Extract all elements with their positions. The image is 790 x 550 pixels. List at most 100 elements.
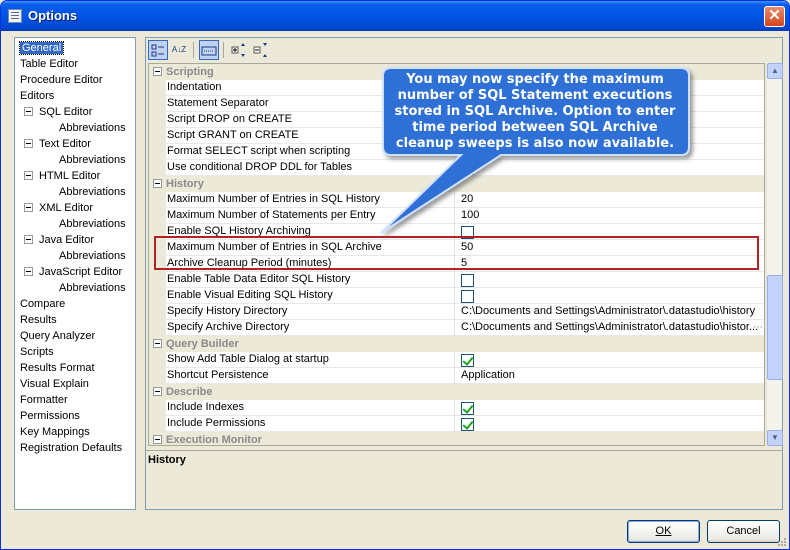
tree-item-java-editor[interactable]: Java Editor	[24, 232, 94, 248]
property-name: Use conditional DROP DDL for Tables	[166, 160, 455, 176]
tree-item-abbreviations[interactable]: Abbreviations	[59, 152, 126, 168]
tree-item-visual-explain[interactable]: Visual Explain	[20, 376, 89, 392]
tree-item-sql-editor[interactable]: SQL Editor	[24, 104, 93, 120]
property-row[interactable]: Show Add Table Dialog at startup	[149, 352, 764, 368]
alphabetical-sort-button[interactable]: A↓Z	[169, 40, 189, 60]
category-execution-monitor[interactable]: Execution Monitor	[149, 432, 764, 445]
ok-button-label: OK	[655, 525, 672, 537]
property-value[interactable]: 20	[458, 192, 764, 208]
collapse-all-button[interactable]	[251, 40, 271, 60]
collapse-icon[interactable]	[153, 179, 162, 188]
close-button[interactable]: ✕	[764, 6, 785, 27]
tree-item-compare[interactable]: Compare	[20, 296, 65, 312]
row-gutter	[149, 80, 166, 96]
property-name: Include Indexes	[166, 400, 455, 416]
expand-all-button[interactable]	[229, 40, 249, 60]
property-name: Enable Table Data Editor SQL History	[166, 272, 455, 288]
tree-item-results-format[interactable]: Results Format	[20, 360, 95, 376]
expand-all-icon	[231, 43, 245, 57]
category-label: Query Builder	[166, 338, 239, 350]
property-row[interactable]: Enable Visual Editing SQL History	[149, 288, 764, 304]
category-query-builder[interactable]: Query Builder	[149, 336, 764, 352]
tree-collapse-icon[interactable]	[24, 107, 33, 116]
property-row[interactable]: Use conditional DROP DDL for Tables	[149, 160, 764, 176]
property-row[interactable]: Include Indexes	[149, 400, 764, 416]
row-gutter	[149, 208, 166, 224]
tree-item-abbreviations[interactable]: Abbreviations	[59, 216, 126, 232]
tree-item-label: XML Editor	[39, 202, 94, 214]
tree-item-general[interactable]: General	[18, 40, 65, 56]
tree-item-abbreviations[interactable]: Abbreviations	[59, 248, 126, 264]
tree-item-abbreviations[interactable]: Abbreviations	[59, 184, 126, 200]
property-checkbox[interactable]	[461, 290, 474, 303]
scroll-down-button[interactable]: ▼	[767, 430, 783, 446]
property-row[interactable]: Shortcut Persistence Application	[149, 368, 764, 384]
scroll-up-button[interactable]: ▲	[767, 63, 783, 79]
tree-item-formatter[interactable]: Formatter	[20, 392, 68, 408]
scroll-thumb[interactable]	[767, 275, 783, 380]
property-name: Include Permissions	[166, 416, 455, 432]
collapse-icon[interactable]	[153, 339, 162, 348]
tree-item-xml-editor[interactable]: XML Editor	[24, 200, 94, 216]
property-checkbox[interactable]	[461, 274, 474, 287]
tree-collapse-icon[interactable]	[24, 203, 33, 212]
collapse-icon[interactable]	[153, 435, 162, 444]
tree-item-scripts[interactable]: Scripts	[20, 344, 54, 360]
tree-item-label: Scripts	[20, 346, 54, 358]
property-checkbox[interactable]	[461, 418, 474, 431]
row-gutter	[149, 416, 166, 432]
property-row[interactable]: Include Permissions	[149, 416, 764, 432]
tree-item-key-mappings[interactable]: Key Mappings	[20, 424, 90, 440]
property-row[interactable]: Maximum Number of Statements per Entry 10…	[149, 208, 764, 224]
title-bar[interactable]: Options ✕	[1, 1, 789, 31]
tree-item-javascript-editor[interactable]: JavaScript Editor	[24, 264, 123, 280]
tree-item-registration-defaults[interactable]: Registration Defaults	[20, 440, 122, 456]
window-title: Options	[28, 8, 78, 23]
tree-item-label: HTML Editor	[39, 170, 101, 182]
property-checkbox[interactable]	[461, 354, 474, 367]
tree-collapse-icon[interactable]	[24, 267, 33, 276]
browse-button[interactable]: ⋯	[752, 320, 764, 335]
tree-collapse-icon[interactable]	[24, 139, 33, 148]
collapse-icon[interactable]	[153, 67, 162, 76]
tree-item-abbreviations[interactable]: Abbreviations	[59, 280, 126, 296]
property-row[interactable]: Enable Table Data Editor SQL History	[149, 272, 764, 288]
tree-item-procedure-editor[interactable]: Procedure Editor	[20, 72, 103, 88]
tree-item-label: Abbreviations	[59, 154, 126, 166]
property-value[interactable]: C:\Documents and Settings\Administrator\…	[458, 320, 764, 336]
options-category-tree[interactable]: General Table Editor Procedure Editor Edito…	[14, 37, 136, 510]
tree-item-html-editor[interactable]: HTML Editor	[24, 168, 101, 184]
tree-collapse-icon[interactable]	[24, 171, 33, 180]
tree-item-query-analyzer[interactable]: Query Analyzer	[20, 328, 95, 344]
cancel-button[interactable]: Cancel	[707, 520, 780, 543]
tree-item-table-editor[interactable]: Table Editor	[20, 56, 78, 72]
tree-item-label: JavaScript Editor	[39, 266, 123, 278]
tree-item-permissions[interactable]: Permissions	[20, 408, 80, 424]
property-value[interactable]: 100	[458, 208, 764, 224]
tree-item-label: Text Editor	[39, 138, 91, 150]
property-value[interactable]: Application	[458, 368, 764, 384]
ok-button[interactable]: OK	[627, 520, 700, 543]
resize-grip-icon[interactable]	[777, 537, 787, 547]
collapse-icon[interactable]	[153, 387, 162, 396]
tree-item-editors[interactable]: Editors	[20, 88, 54, 104]
property-row[interactable]: Specify Archive Directory C:\Documents an…	[149, 320, 764, 336]
tree-item-label: SQL Editor	[39, 106, 93, 118]
tree-item-text-editor[interactable]: Text Editor	[24, 136, 91, 152]
property-value[interactable]: C:\Documents and Settings\Administrator\…	[458, 304, 764, 320]
description-toggle-button[interactable]	[199, 40, 219, 60]
property-checkbox[interactable]	[461, 402, 474, 415]
tree-collapse-icon[interactable]	[24, 235, 33, 244]
tree-item-label: Abbreviations	[59, 282, 126, 294]
property-row[interactable]: Specify History Directory C:\Documents an…	[149, 304, 764, 320]
category-describe[interactable]: Describe	[149, 384, 764, 400]
category-label: Scripting	[166, 66, 214, 78]
property-checkbox[interactable]	[461, 162, 474, 175]
property-row[interactable]: Maximum Number of Entries in SQL History…	[149, 192, 764, 208]
categorized-view-button[interactable]	[148, 40, 168, 60]
property-grid-scrollbar[interactable]: ▲ ▼	[766, 63, 783, 446]
tree-item-abbreviations[interactable]: Abbreviations	[59, 120, 126, 136]
category-history[interactable]: History	[149, 176, 764, 192]
tree-item-results[interactable]: Results	[20, 312, 57, 328]
toolbar-separator	[223, 42, 224, 58]
